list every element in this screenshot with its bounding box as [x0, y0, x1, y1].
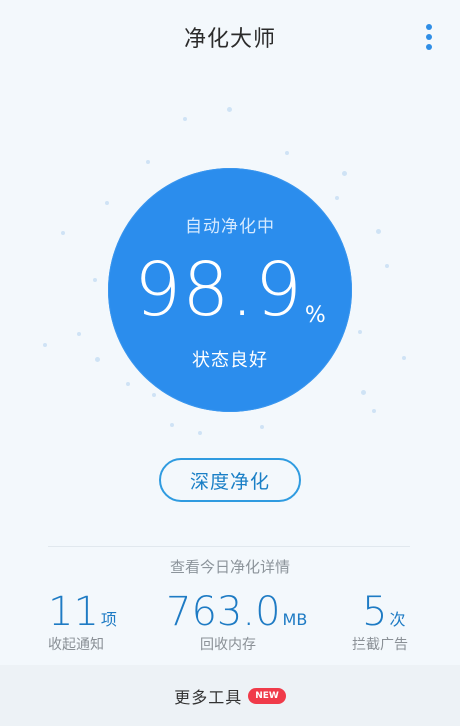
- menu-dot: [426, 34, 432, 40]
- particle-dot: [77, 332, 81, 336]
- particle-dot: [183, 117, 187, 121]
- particle-dot: [402, 356, 406, 360]
- particle-dot: [146, 160, 150, 164]
- today-details-link[interactable]: 查看今日净化详情: [0, 556, 460, 577]
- more-tools-button[interactable]: 更多工具 NEW: [0, 665, 460, 726]
- menu-dot: [426, 24, 432, 30]
- stat-suffix: 次: [389, 610, 406, 629]
- stat-ads: 5次 拦截广告: [352, 590, 408, 654]
- health-status: 状态良好: [192, 350, 268, 371]
- particle-dot: [227, 107, 232, 112]
- app-screen: 净化大师 自动净化中 98.9% 状态良好 深度净化 查看今日净化详情 11 项…: [0, 0, 460, 726]
- particle-dot: [61, 231, 65, 235]
- purify-score-circle[interactable]: 自动净化中 98.9% 状态良好: [108, 168, 352, 412]
- stat-notifications: 11 项 收起通知: [48, 590, 117, 654]
- menu-dot: [426, 44, 432, 50]
- deep-clean-button[interactable]: 深度净化: [159, 458, 301, 502]
- stat-value: 11: [48, 589, 99, 635]
- particle-dot: [358, 330, 362, 334]
- particle-dot: [93, 278, 97, 282]
- particle-dot: [372, 409, 376, 413]
- particle-dot: [342, 171, 347, 176]
- stat-suffix: 项: [100, 610, 117, 629]
- particle-dot: [285, 151, 289, 155]
- stat-label: 拦截广告: [352, 637, 408, 653]
- particle-dot: [260, 425, 264, 429]
- particle-dot: [43, 343, 47, 347]
- particle-dot: [126, 382, 130, 386]
- more-vertical-icon[interactable]: [424, 24, 434, 50]
- app-header: 净化大师: [0, 0, 460, 74]
- particle-dot: [105, 201, 109, 205]
- purify-score-unit: %: [304, 303, 326, 328]
- stat-label: 收起通知: [48, 637, 104, 653]
- page-title: 净化大师: [183, 27, 276, 52]
- particle-dot: [385, 264, 389, 268]
- score-row: 98.9%: [108, 250, 352, 330]
- particle-dot: [361, 390, 366, 395]
- stat-value: 5: [362, 589, 388, 635]
- stat-value: 763.0: [166, 589, 281, 635]
- particle-dot: [198, 431, 202, 435]
- auto-purify-status: 自动净化中: [185, 217, 275, 237]
- stat-memory: 763.0 MB 回收内存: [166, 590, 307, 654]
- particle-dot: [95, 357, 100, 362]
- more-tools-label: 更多工具: [174, 687, 243, 707]
- new-badge: NEW: [248, 687, 286, 704]
- stat-label: 回收内存: [200, 637, 256, 653]
- particle-dot: [376, 229, 381, 234]
- particle-dot: [335, 196, 339, 200]
- particle-dot: [170, 423, 174, 427]
- particle-dot: [152, 393, 156, 397]
- purify-score-value: 98.9: [134, 247, 303, 333]
- stat-suffix: MB: [282, 610, 308, 629]
- section-divider: [48, 546, 410, 547]
